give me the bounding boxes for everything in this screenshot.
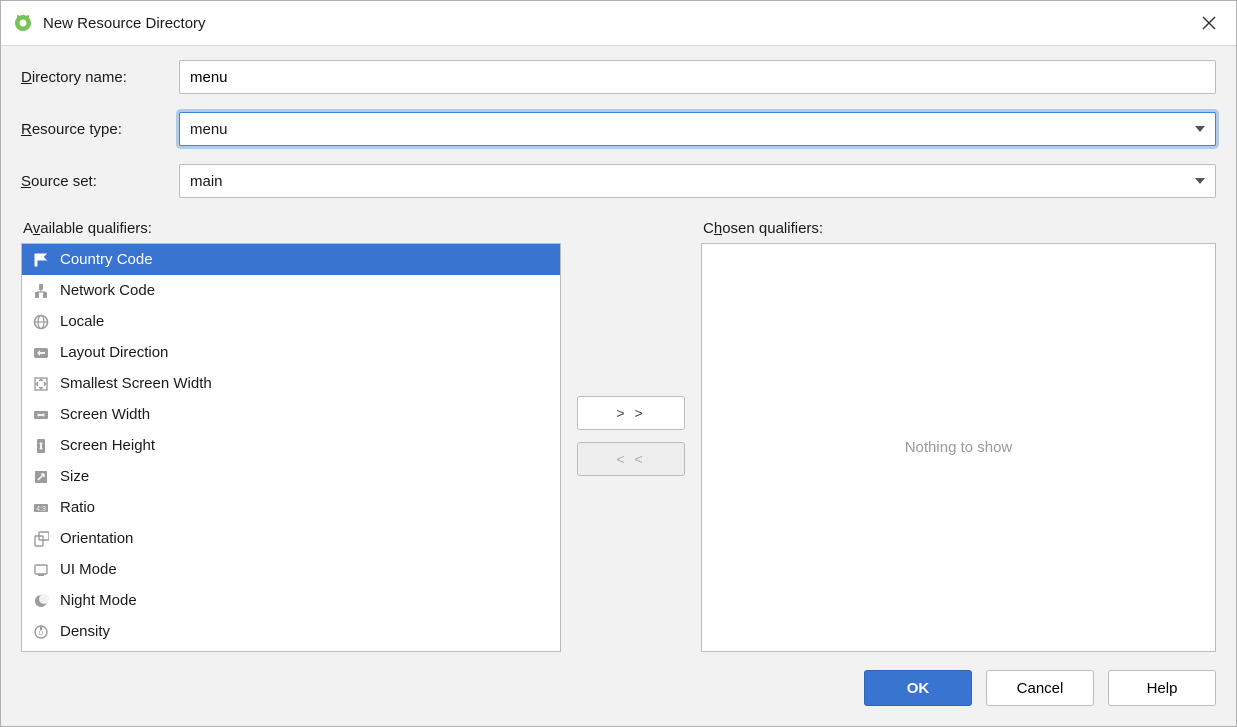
- qualifiers-area: Available qualifiers: Country Code Networ…: [21, 220, 1216, 652]
- qualifier-item[interactable]: Orientation: [22, 523, 560, 554]
- qualifier-label: UI Mode: [60, 561, 117, 578]
- qualifier-label: Country Code: [60, 251, 153, 268]
- help-button[interactable]: Help: [1108, 670, 1216, 706]
- qualifier-label: Locale: [60, 313, 104, 330]
- qualifier-item[interactable]: Screen Height: [22, 430, 560, 461]
- remove-qualifier-button[interactable]: < <: [577, 442, 685, 476]
- directory-name-label: Directory name:: [21, 69, 179, 86]
- resource-type-label: Resource type:: [21, 121, 179, 138]
- source-set-dropdown[interactable]: main: [179, 164, 1216, 198]
- cancel-button[interactable]: Cancel: [986, 670, 1094, 706]
- resource-type-value: menu: [190, 121, 228, 138]
- qualifier-label: Screen Height: [60, 437, 155, 454]
- move-buttons-column: > > < <: [561, 220, 701, 652]
- available-qualifiers-list[interactable]: Country Code Network Code Locale Layout Dir…: [21, 243, 561, 652]
- density-icon: D: [32, 623, 50, 641]
- chosen-empty-message: Nothing to show: [702, 244, 1215, 651]
- qualifier-item[interactable]: UI Mode: [22, 554, 560, 585]
- source-set-value: main: [190, 173, 223, 190]
- qualifier-label: Density: [60, 623, 110, 640]
- chosen-qualifiers-label: Chosen qualifiers:: [701, 220, 1216, 237]
- close-icon: [1202, 16, 1216, 30]
- qualifier-item[interactable]: Size: [22, 461, 560, 492]
- qualifier-item[interactable]: 4:3 Ratio: [22, 492, 560, 523]
- qualifier-label: Smallest Screen Width: [60, 375, 212, 392]
- dialog-title: New Resource Directory: [43, 15, 206, 32]
- globe-icon: [32, 313, 50, 331]
- direction-icon: [32, 344, 50, 362]
- new-resource-directory-dialog: New Resource Directory Directory name: R…: [0, 0, 1237, 727]
- available-qualifiers-label: Available qualifiers:: [21, 220, 561, 237]
- qualifier-label: Size: [60, 468, 89, 485]
- qualifier-label: Network Code: [60, 282, 155, 299]
- app-icon: [13, 13, 33, 33]
- ok-button[interactable]: OK: [864, 670, 972, 706]
- add-qualifier-button[interactable]: > >: [577, 396, 685, 430]
- resource-type-dropdown[interactable]: menu: [179, 112, 1216, 146]
- svg-text:D: D: [39, 631, 44, 637]
- flag-icon: [32, 251, 50, 269]
- qualifier-item[interactable]: Screen Width: [22, 399, 560, 430]
- titlebar: New Resource Directory: [1, 1, 1236, 46]
- dialog-footer: OK Cancel Help: [1, 664, 1236, 726]
- expand-icon: [32, 375, 50, 393]
- qualifier-item[interactable]: Layout Direction: [22, 337, 560, 368]
- network-icon: [32, 282, 50, 300]
- chosen-qualifiers-list[interactable]: Nothing to show: [701, 243, 1216, 652]
- qualifier-item[interactable]: Network Code: [22, 275, 560, 306]
- resource-type-row: Resource type: menu: [21, 112, 1216, 146]
- qualifier-item[interactable]: Night Mode: [22, 585, 560, 616]
- uimode-icon: [32, 561, 50, 579]
- orientation-icon: [32, 530, 50, 548]
- svg-text:4:3: 4:3: [36, 506, 46, 513]
- qualifier-label: Night Mode: [60, 592, 137, 609]
- available-qualifiers-column: Available qualifiers: Country Code Networ…: [21, 220, 561, 652]
- qualifier-label: Orientation: [60, 530, 133, 547]
- chosen-qualifiers-column: Chosen qualifiers: Nothing to show: [701, 220, 1216, 652]
- qualifier-label: Layout Direction: [60, 344, 168, 361]
- qualifier-item[interactable]: Country Code: [22, 244, 560, 275]
- qualifier-item[interactable]: D Density: [22, 616, 560, 647]
- ratio-icon: 4:3: [32, 499, 50, 517]
- source-set-label: Source set:: [21, 173, 179, 190]
- size-icon: [32, 468, 50, 486]
- source-set-row: Source set: main: [21, 164, 1216, 198]
- qualifier-item[interactable]: Smallest Screen Width: [22, 368, 560, 399]
- directory-name-row: Directory name:: [21, 60, 1216, 94]
- qualifier-label: Screen Width: [60, 406, 150, 423]
- chevron-down-icon: [1195, 178, 1205, 184]
- height-icon: [32, 437, 50, 455]
- close-button[interactable]: [1194, 8, 1224, 38]
- qualifier-label: Ratio: [60, 499, 95, 516]
- dialog-body: Directory name: Resource type: menu Sour…: [1, 46, 1236, 652]
- chevron-down-icon: [1195, 126, 1205, 132]
- qualifier-item[interactable]: Locale: [22, 306, 560, 337]
- night-icon: [32, 592, 50, 610]
- width-icon: [32, 406, 50, 424]
- directory-name-input[interactable]: [179, 60, 1216, 94]
